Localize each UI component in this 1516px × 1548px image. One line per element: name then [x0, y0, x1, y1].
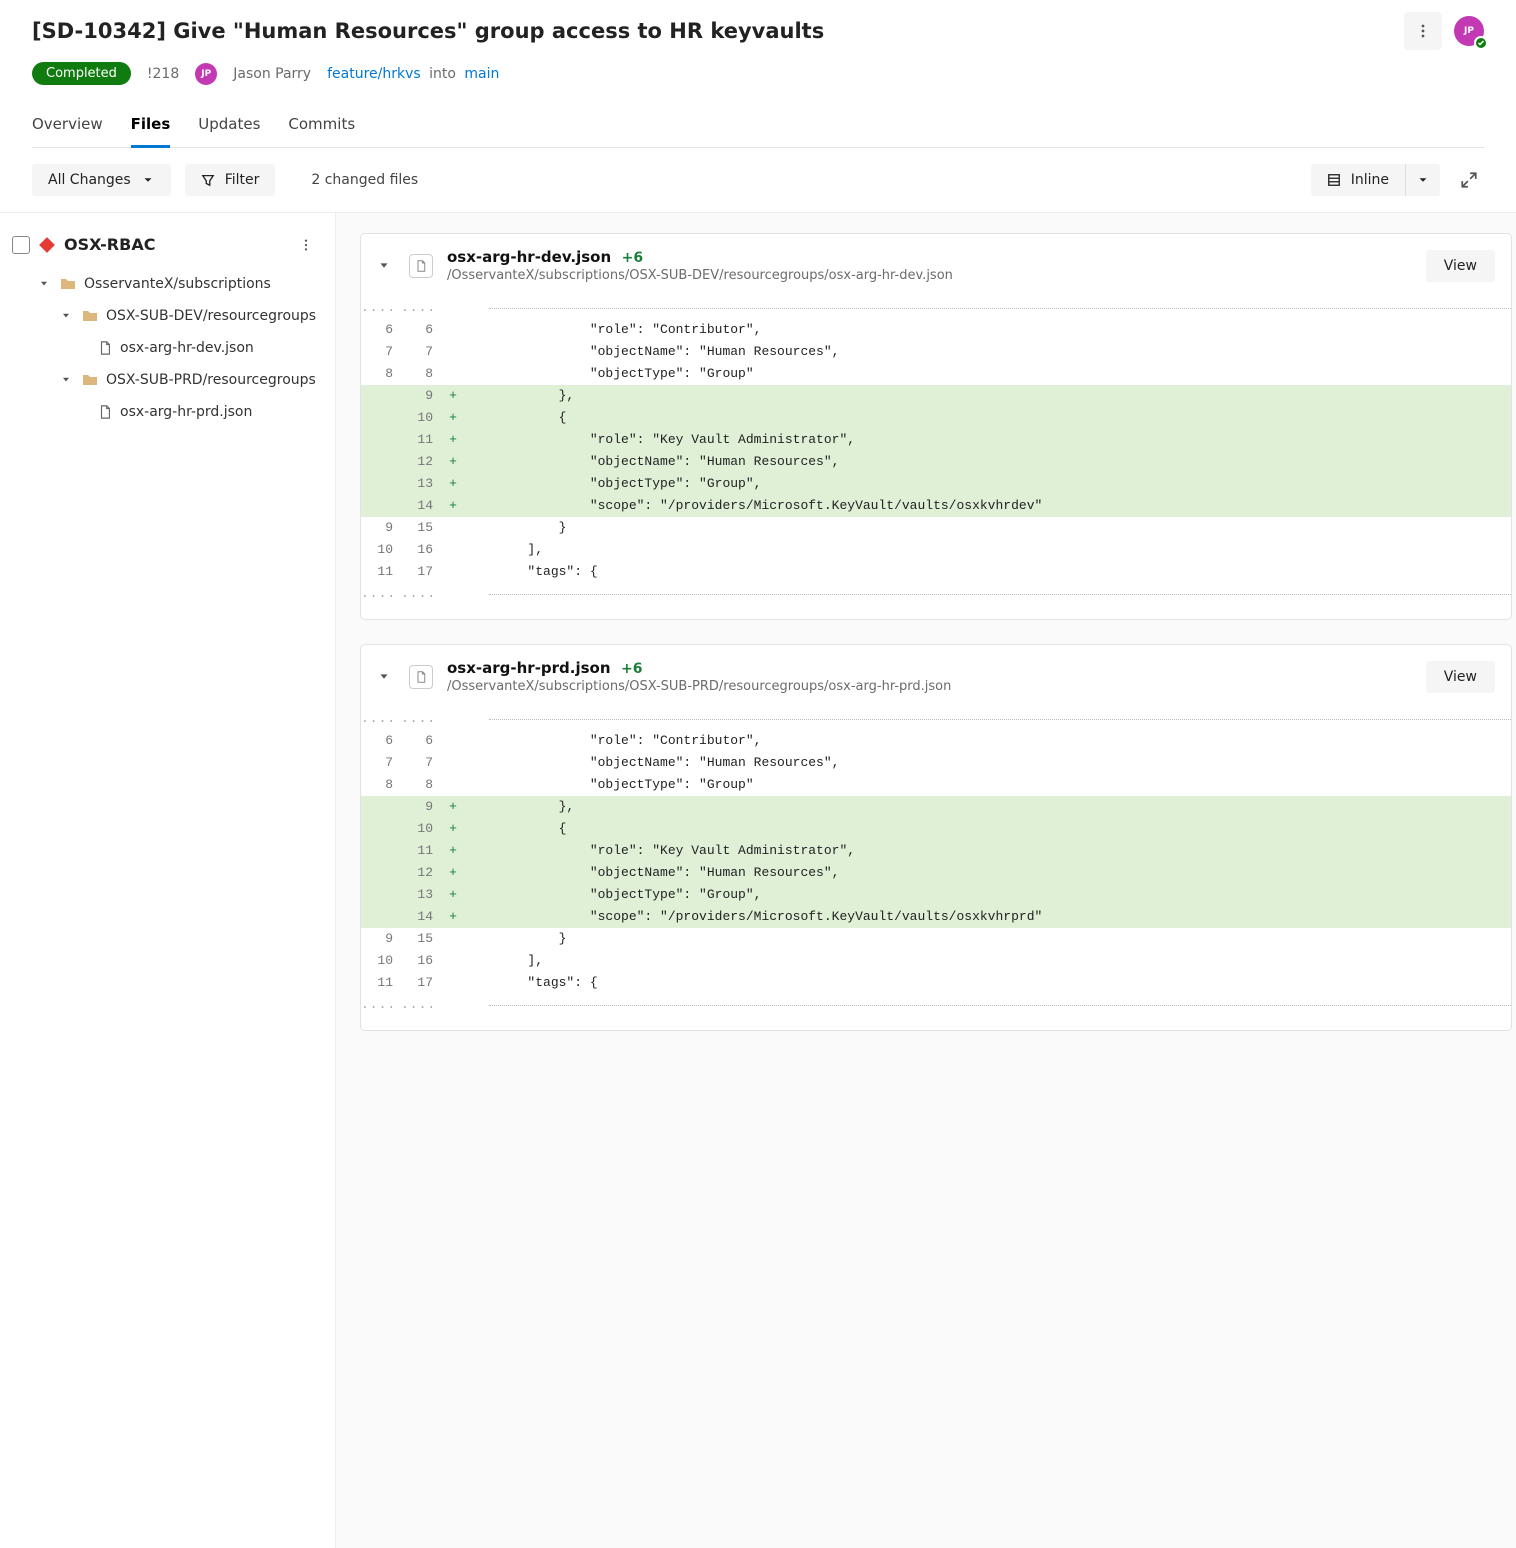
file-icon [98, 405, 112, 419]
filter-button[interactable]: Filter [185, 164, 276, 196]
file-icon [409, 254, 433, 278]
diff-line: 66 "role": "Contributor", [361, 319, 1511, 341]
file-name: osx-arg-hr-dev.json [447, 248, 611, 266]
diff-line: 1016 ], [361, 539, 1511, 561]
changed-files-count: 2 changed files [311, 172, 418, 188]
chevron-down-icon [141, 173, 155, 187]
diff-line: 14+ "scope": "/providers/Microsoft.KeyVa… [361, 495, 1511, 517]
tab-overview[interactable]: Overview [32, 107, 103, 147]
diff-line: ........ [361, 994, 1511, 1016]
diff-line: 9+ }, [361, 796, 1511, 818]
select-all-checkbox[interactable] [12, 236, 30, 254]
file-icon [409, 665, 433, 689]
tree-folder-root[interactable]: OsservanteX/subscriptions [8, 268, 327, 300]
author-name: Jason Parry [233, 66, 311, 82]
diff-line: 88 "objectType": "Group" [361, 363, 1511, 385]
diff-line: 10+ { [361, 407, 1511, 429]
branch-info: feature/hrkvs into main [327, 66, 499, 82]
diff-line: 1016 ], [361, 950, 1511, 972]
all-changes-dropdown[interactable]: All Changes [32, 164, 171, 196]
diff-line: 66 "role": "Contributor", [361, 730, 1511, 752]
file-card: osx-arg-hr-prd.json +6 /OsservanteX/subs… [360, 644, 1512, 1031]
view-file-button[interactable]: View [1426, 661, 1495, 693]
folder-icon [82, 308, 98, 324]
diff-line: 1117 "tags": { [361, 972, 1511, 994]
sidebar-more-button[interactable] [299, 238, 323, 252]
view-mode-dropdown[interactable] [1406, 164, 1440, 196]
diff-block: ........66 "role": "Contributor",77 "obj… [361, 297, 1511, 619]
diff-block: ........66 "role": "Contributor",77 "obj… [361, 708, 1511, 1030]
file-name: osx-arg-hr-prd.json [447, 659, 611, 677]
tab-commits[interactable]: Commits [288, 107, 355, 147]
fullscreen-button[interactable] [1454, 165, 1484, 195]
diff-line: 915 } [361, 928, 1511, 950]
diff-line: 77 "objectName": "Human Resources", [361, 341, 1511, 363]
tab-files[interactable]: Files [131, 107, 171, 148]
page-title: [SD-10342] Give "Human Resources" group … [32, 19, 824, 43]
view-file-button[interactable]: View [1426, 250, 1495, 282]
file-card: osx-arg-hr-dev.json +6 /OsservanteX/subs… [360, 233, 1512, 620]
diff-line: 12+ "objectName": "Human Resources", [361, 862, 1511, 884]
diff-line: 13+ "objectType": "Group", [361, 884, 1511, 906]
inline-view-button[interactable]: Inline [1311, 164, 1406, 196]
diff-line: 11+ "role": "Key Vault Administrator", [361, 840, 1511, 862]
tree-file-dev[interactable]: osx-arg-hr-dev.json [8, 332, 327, 364]
status-badge: Completed [32, 62, 131, 85]
lines-added: +6 [621, 661, 642, 677]
diff-line: 14+ "scope": "/providers/Microsoft.KeyVa… [361, 906, 1511, 928]
diff-line: 915 } [361, 517, 1511, 539]
repo-icon [38, 236, 56, 254]
tree-folder-dev[interactable]: OSX-SUB-DEV/resourcegroups [8, 300, 327, 332]
diff-line: ........ [361, 708, 1511, 730]
lines-added: +6 [622, 250, 643, 266]
chevron-down-icon [1416, 173, 1430, 187]
approver-avatar[interactable]: JP [1454, 16, 1484, 46]
file-path: /OsservanteX/subscriptions/OSX-SUB-PRD/r… [447, 679, 1412, 694]
chevron-down-icon [60, 310, 74, 322]
tab-updates[interactable]: Updates [198, 107, 260, 147]
repo-name: OSX-RBAC [64, 235, 155, 254]
tabs: Overview Files Updates Commits [32, 107, 1484, 148]
diff-line: 11+ "role": "Key Vault Administrator", [361, 429, 1511, 451]
diff-line: 77 "objectName": "Human Resources", [361, 752, 1511, 774]
tree-folder-prd[interactable]: OSX-SUB-PRD/resourcegroups [8, 364, 327, 396]
folder-icon [82, 372, 98, 388]
diff-line: 88 "objectType": "Group" [361, 774, 1511, 796]
collapse-file-button[interactable] [377, 670, 395, 684]
more-actions-button[interactable] [1404, 12, 1442, 50]
chevron-down-icon [38, 278, 52, 290]
author-avatar[interactable]: JP [195, 63, 217, 85]
filter-icon [201, 173, 215, 187]
source-branch[interactable]: feature/hrkvs [327, 66, 421, 82]
diff-line: 13+ "objectType": "Group", [361, 473, 1511, 495]
target-branch[interactable]: main [464, 66, 499, 82]
diff-line: 9+ }, [361, 385, 1511, 407]
inline-icon [1327, 173, 1341, 187]
diff-line: 12+ "objectName": "Human Resources", [361, 451, 1511, 473]
file-icon [98, 341, 112, 355]
file-path: /OsservanteX/subscriptions/OSX-SUB-DEV/r… [447, 268, 1412, 283]
check-icon [1474, 36, 1488, 50]
chevron-down-icon [60, 374, 74, 386]
folder-icon [60, 276, 76, 292]
diff-line: ........ [361, 297, 1511, 319]
pr-id: !218 [147, 66, 179, 82]
diff-line: 1117 "tags": { [361, 561, 1511, 583]
diff-line: 10+ { [361, 818, 1511, 840]
diff-line: ........ [361, 583, 1511, 605]
collapse-file-button[interactable] [377, 259, 395, 273]
tree-file-prd[interactable]: osx-arg-hr-prd.json [8, 396, 327, 428]
